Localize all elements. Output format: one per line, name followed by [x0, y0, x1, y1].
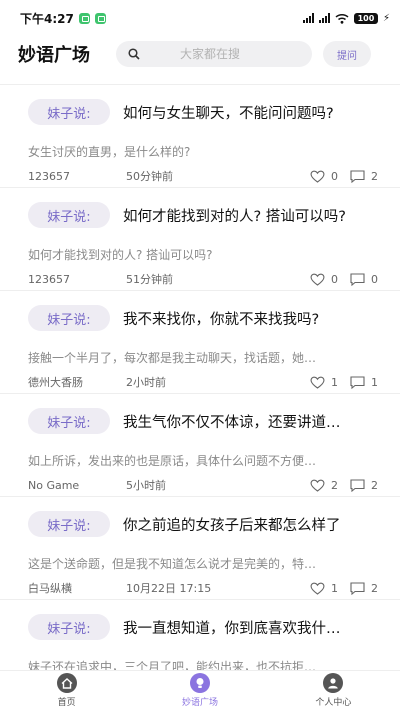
post-title[interactable]: 我生气你不仅不体谅，还要讲道…: [123, 411, 378, 432]
like-count: 0: [331, 169, 338, 183]
heart-icon: [310, 273, 325, 286]
post-title[interactable]: 如何才能找到对的人? 搭讪可以吗?: [123, 205, 378, 226]
comment-count: 1: [371, 375, 378, 389]
tab-label: 首页: [57, 698, 76, 708]
post-time: 5小时前: [126, 479, 166, 492]
heart-icon: [310, 479, 325, 492]
comment-icon: [350, 478, 365, 492]
comment-icon: [350, 169, 365, 183]
ask-question-button[interactable]: 提问: [323, 41, 371, 67]
status-time: 下午4:27: [20, 11, 74, 26]
comment-count: 2: [371, 581, 378, 595]
status-bar: 下午4:27 100 ⚡: [0, 0, 400, 36]
header: 妙语广场 提问: [0, 36, 400, 72]
charging-icon: ⚡: [382, 12, 390, 24]
post-tag: 妹子说:: [28, 408, 110, 434]
signal-icon: [302, 13, 314, 23]
bulb-icon: [189, 673, 210, 693]
post-author: 白马纵横: [28, 582, 72, 595]
post-description: 女生讨厌的直男，是什么样的?: [28, 145, 191, 159]
app-notification-icon: [78, 12, 90, 24]
heart-icon: [310, 582, 325, 595]
post-title[interactable]: 我不来找你，你就不来找我吗?: [123, 308, 378, 329]
comment-count: 2: [371, 478, 378, 492]
post-author: No Game: [28, 478, 80, 492]
post-title[interactable]: 你之前追的女孩子后来都怎么样了: [123, 514, 378, 535]
battery-icon: 100: [353, 12, 378, 24]
comment-icon: [350, 272, 365, 286]
post-author: 123657: [28, 272, 70, 286]
status-indicators: 100 ⚡: [302, 12, 390, 24]
post-description: 如何才能找到对的人? 搭讪可以吗?: [28, 248, 213, 262]
tab-label: 妙语广场: [181, 698, 218, 708]
like-button[interactable]: 1: [310, 376, 338, 389]
signal-icon: [318, 13, 330, 23]
like-button[interactable]: 0: [310, 170, 338, 183]
app-notification-icon: [94, 12, 106, 24]
like-button[interactable]: 2: [310, 479, 338, 492]
comment-button[interactable]: 2: [350, 479, 378, 492]
comment-button[interactable]: 0: [350, 273, 378, 286]
post-tag: 妹子说:: [28, 511, 110, 537]
bottom-tab-bar: 首页 妙语广场 个人中心: [0, 670, 400, 710]
post-time: 2小时前: [126, 376, 166, 389]
post-description: 妹子还在追求中，三个月了吧，能约出来，也不抗拒…: [28, 660, 317, 670]
post-tag: 妹子说:: [28, 305, 110, 331]
heart-icon: [310, 170, 325, 183]
like-count: 1: [331, 375, 338, 389]
list-item[interactable]: 妹子说: 如何才能找到对的人? 搭讪可以吗? 如何才能找到对的人? 搭讪可以吗?…: [0, 188, 400, 291]
post-description: 这是个送命题，但是我不知道怎么说才是完美的，特…: [28, 557, 317, 571]
list-item[interactable]: 妹子说: 我生气你不仅不体谅，还要讲道… 如上所诉，发出来的也是原话，具体什么问…: [0, 394, 400, 497]
post-time: 50分钟前: [126, 170, 173, 183]
wifi-icon: [335, 13, 349, 24]
post-author: 德州大香肠: [28, 376, 83, 389]
like-count: 0: [331, 272, 338, 286]
post-title[interactable]: 如何与女生聊天，不能问问题吗?: [123, 102, 378, 123]
search-bar[interactable]: [116, 41, 312, 67]
comment-icon: [350, 375, 365, 389]
tab-square[interactable]: 妙语广场: [133, 671, 266, 710]
tab-label: 个人中心: [315, 698, 352, 708]
post-tag: 妹子说:: [28, 99, 110, 125]
comment-button[interactable]: 2: [350, 582, 378, 595]
comment-button[interactable]: 1: [350, 376, 378, 389]
home-icon: [56, 673, 77, 693]
post-time: 10月22日 17:15: [126, 582, 212, 595]
post-list[interactable]: 妹子说: 如何与女生聊天，不能问问题吗? 女生讨厌的直男，是什么样的? 1236…: [0, 84, 400, 670]
list-item[interactable]: 妹子说: 我不来找你，你就不来找我吗? 接触一个半月了，每次都是我主动聊天，找话…: [0, 291, 400, 394]
like-count: 1: [331, 581, 338, 595]
page-title: 妙语广场: [18, 45, 90, 66]
search-input[interactable]: [150, 47, 270, 61]
post-description: 如上所诉，发出来的也是原话，具体什么问题不方便…: [28, 454, 317, 468]
comment-count: 2: [371, 169, 378, 183]
like-count: 2: [331, 478, 338, 492]
list-item[interactable]: 妹子说: 我一直想知道，你到底喜欢我什… 妹子还在追求中，三个月了吧，能约出来，…: [0, 600, 400, 670]
like-button[interactable]: 0: [310, 273, 338, 286]
heart-icon: [310, 376, 325, 389]
post-time: 51分钟前: [126, 273, 173, 286]
search-icon: [128, 48, 140, 60]
comment-count: 0: [371, 272, 378, 286]
post-title[interactable]: 我一直想知道，你到底喜欢我什…: [123, 617, 378, 638]
post-author: 123657: [28, 169, 70, 183]
tab-home[interactable]: 首页: [0, 671, 133, 710]
user-icon: [323, 673, 344, 693]
list-item[interactable]: 妹子说: 你之前追的女孩子后来都怎么样了 这是个送命题，但是我不知道怎么说才是完…: [0, 497, 400, 600]
post-tag: 妹子说:: [28, 202, 110, 228]
comment-icon: [350, 581, 365, 595]
tab-profile[interactable]: 个人中心: [267, 671, 400, 710]
post-description: 接触一个半月了，每次都是我主动聊天，找话题，她…: [28, 351, 317, 365]
like-button[interactable]: 1: [310, 582, 338, 595]
comment-button[interactable]: 2: [350, 170, 378, 183]
post-tag: 妹子说:: [28, 614, 110, 640]
list-item[interactable]: 妹子说: 如何与女生聊天，不能问问题吗? 女生讨厌的直男，是什么样的? 1236…: [0, 85, 400, 188]
